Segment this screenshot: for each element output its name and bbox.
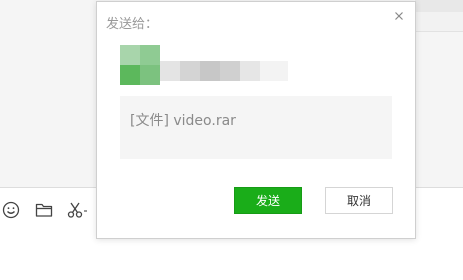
recipient-name-pixelated (160, 61, 292, 81)
message-preview: [文件] video.rar (120, 96, 392, 159)
dialog-title: 发送给： (106, 17, 159, 32)
chat-header-bar (415, 12, 463, 32)
folder-icon[interactable] (35, 201, 53, 219)
avatar (120, 45, 164, 85)
scissors-icon[interactable] (66, 201, 90, 219)
send-button[interactable]: 发送 (234, 187, 302, 214)
emoji-icon[interactable] (2, 201, 20, 219)
chat-header (415, 0, 463, 12)
message-text: [文件] video.rar (130, 113, 236, 129)
send-to-dialog: 发送给： [文件] video.rar 发送 取消 (96, 1, 416, 239)
cancel-button[interactable]: 取消 (325, 187, 393, 214)
close-icon[interactable] (391, 8, 407, 24)
